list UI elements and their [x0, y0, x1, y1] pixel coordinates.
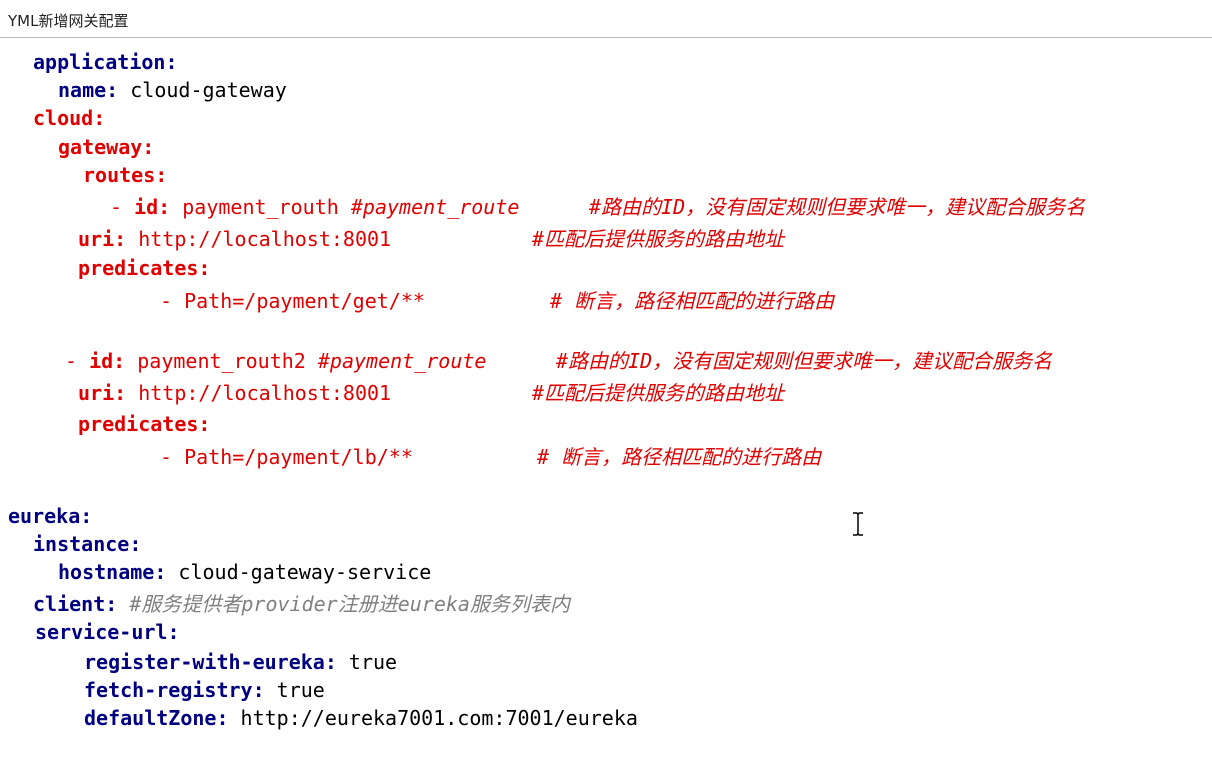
inline-comment: #payment_route [317, 349, 487, 373]
line-route2-uri: uri: http://localhost:8001 [78, 381, 391, 405]
yaml-key: predicates: [78, 256, 211, 280]
window-title: YML新增网关配置 [8, 12, 129, 30]
line-gateway: gateway: [58, 135, 154, 159]
yaml-key: id: [134, 195, 171, 219]
yaml-key: gateway: [58, 135, 155, 159]
line-register: register-with-eureka: true [84, 650, 397, 674]
yaml-value: cloud-gateway-service [178, 560, 432, 584]
yaml-value: http://localhost:8001 [138, 227, 392, 251]
yaml-key: service-url: [35, 620, 180, 644]
yaml-value: payment_routh2 [137, 349, 306, 373]
line-client: client: #服务提供者provider注册进eureka服务列表内 [33, 592, 570, 616]
yaml-key: id: [89, 349, 126, 373]
line-fetch: fetch-registry: true [84, 678, 325, 702]
line-route2-path: - Path=/payment/lb/** [160, 445, 413, 469]
yaml-key: cloud: [33, 106, 106, 130]
line-routes: routes: [83, 163, 167, 187]
inline-comment: #payment_route [350, 195, 520, 219]
comment-route2-id: #路由的ID，没有固定规则但要求唯一，建议配合服务名 [556, 349, 1053, 373]
line-route1-path: - Path=/payment/get/** [160, 289, 425, 313]
comment-route2-uri: #匹配后提供服务的路由地址 [532, 381, 785, 405]
line-application: application: [33, 50, 178, 74]
line-route1-id: - id: payment_routh #payment_route [110, 195, 519, 219]
line-eureka: eureka: [8, 504, 92, 528]
yaml-key: client: [33, 592, 118, 616]
yaml-value: true [276, 678, 325, 702]
line-name: name: cloud-gateway [58, 78, 287, 102]
yaml-key: predicates: [78, 412, 211, 436]
line-service-url: service-url: [35, 620, 180, 644]
list-dash: - [65, 349, 90, 373]
line-route2-predicates: predicates: [78, 412, 210, 436]
yaml-key: register-with-eureka: [84, 650, 337, 674]
comment-route2-path: # 断言，路径相匹配的进行路由 [537, 445, 822, 469]
yaml-key: hostname: [58, 560, 167, 584]
yaml-key: eureka: [8, 504, 93, 528]
line-cloud: cloud: [33, 106, 105, 130]
text-cursor-icon [852, 512, 864, 536]
yaml-key: defaultZone: [84, 706, 229, 730]
yaml-key: name: [58, 78, 119, 102]
yaml-key: application: [33, 50, 178, 74]
title-bar: YML新增网关配置 [0, 0, 1212, 38]
yaml-key: fetch-registry: [84, 678, 265, 702]
comment-route1-id: #路由的ID，没有固定规则但要求唯一，建议配合服务名 [589, 195, 1086, 219]
yaml-key: uri: [78, 227, 127, 251]
yaml-value: http://localhost:8001 [138, 381, 392, 405]
inline-comment: #服务提供者provider注册进eureka服务列表内 [129, 592, 570, 616]
list-dash: - [110, 195, 135, 219]
line-defaultzone: defaultZone: http://eureka7001.com:7001/… [84, 706, 638, 730]
code-editor[interactable]: application: name: cloud-gateway cloud: … [0, 39, 1212, 760]
line-hostname: hostname: cloud-gateway-service [58, 560, 431, 584]
yaml-key: routes: [83, 163, 168, 187]
line-route2-id: - id: payment_routh2 #payment_route [65, 349, 486, 373]
yaml-value: payment_routh [182, 195, 339, 219]
line-route1-uri: uri: http://localhost:8001 [78, 227, 391, 251]
line-instance: instance: [33, 532, 141, 556]
yaml-value: cloud-gateway [130, 78, 287, 102]
comment-route1-path: # 断言，路径相匹配的进行路由 [550, 289, 835, 313]
yaml-key: instance: [33, 532, 142, 556]
line-route1-predicates: predicates: [78, 256, 210, 280]
yaml-value: true [348, 650, 398, 674]
comment-route1-uri: #匹配后提供服务的路由地址 [532, 227, 785, 251]
yaml-key: uri: [78, 381, 127, 405]
yaml-value: http://eureka7001.com:7001/eureka [240, 706, 638, 730]
